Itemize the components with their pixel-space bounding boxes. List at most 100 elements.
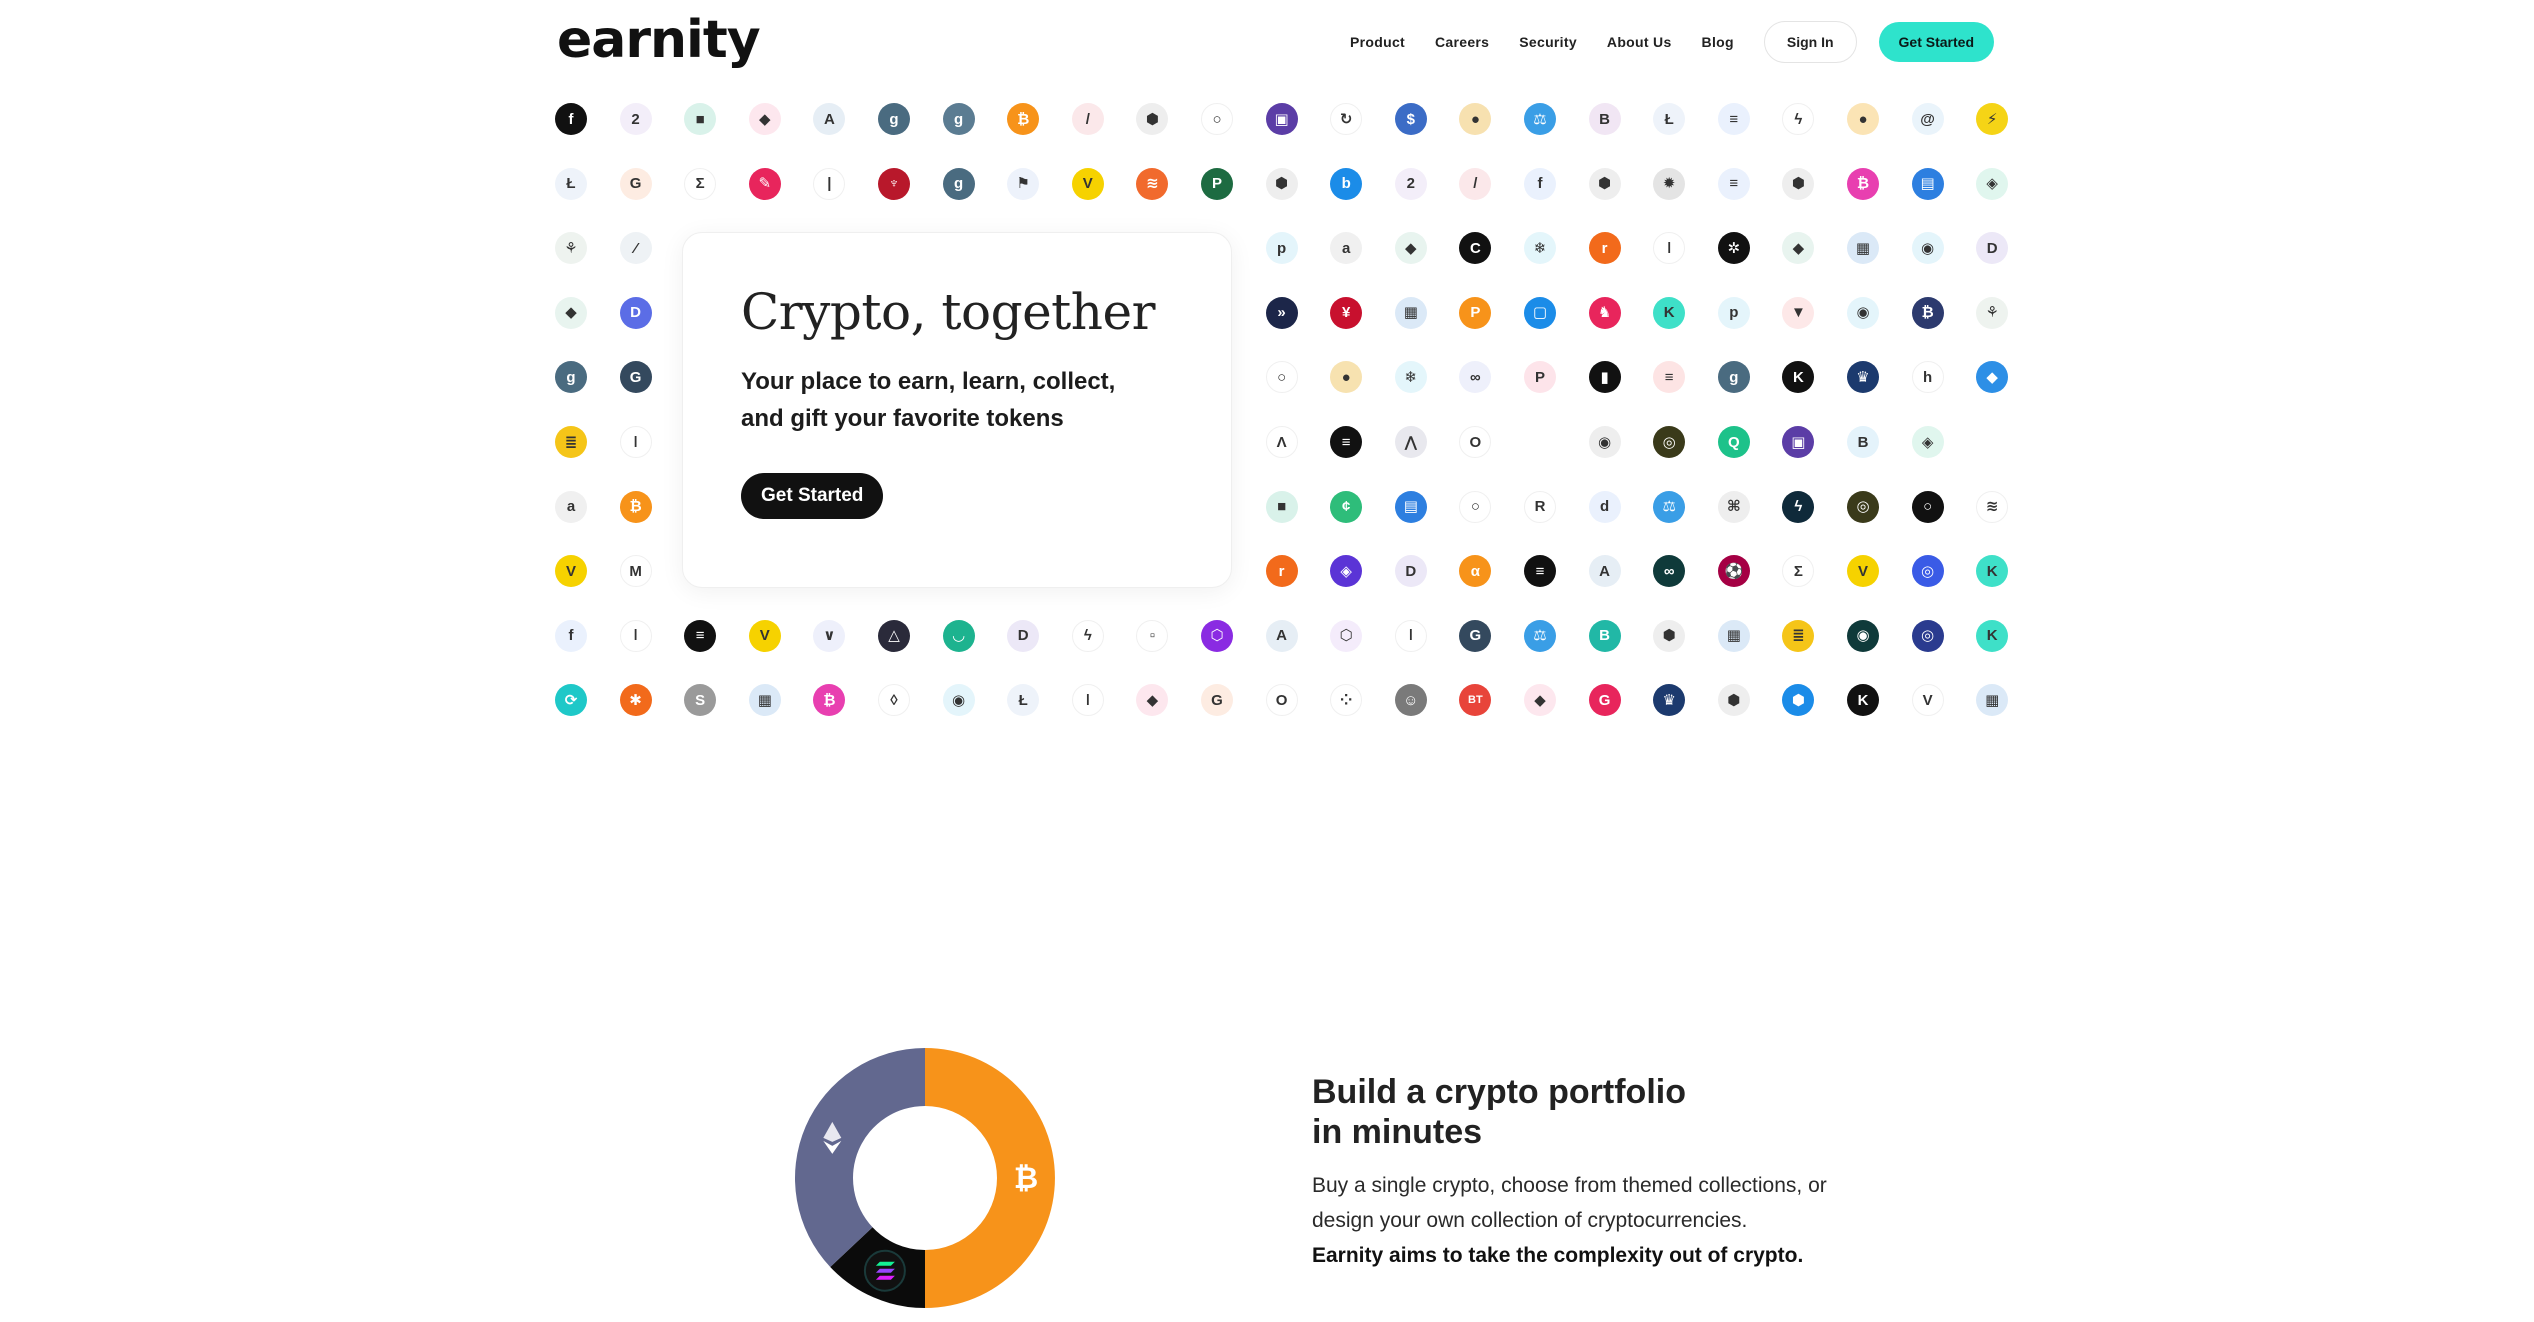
alpha-token-icon: α [1459, 555, 1492, 588]
h-token-icon: h [1911, 361, 1944, 394]
hex4-token-icon: ⬢ [1782, 167, 1815, 200]
tree2-token-icon: ⚘ [1976, 296, 2009, 329]
window2-token-icon: ▣ [1782, 426, 1815, 458]
b-ring-token-icon: b [1330, 167, 1363, 200]
portfolio-description: Buy a single crypto, choose from themed … [1312, 1168, 1872, 1273]
sun-token-icon: ● [1459, 103, 1492, 135]
line-token-icon: ǀ [1653, 232, 1686, 265]
gear-token-icon: ✹ [1653, 167, 1686, 200]
arch-token-icon: Λ [1265, 426, 1298, 458]
token-icon-wall: f 2 ■ ◆ Ag g ₿ / ⬢ ○ ▣ ↻ $ ● ⚖ B Ł ≡ ϟ ● @ ⚡ Ł G Σ ✎ | ♆ g ⚑ V ≋ P ⬢ b 2/f ⬢… [0, 0, 2534, 760]
refresh-token-icon: ↻ [1330, 103, 1363, 135]
square-token-icon: ■ [684, 103, 717, 135]
bitcoin-pink2-icon: ₿ [813, 684, 846, 717]
vechain-token-icon: V [1071, 167, 1104, 200]
box4-token-icon: ▦ [748, 684, 781, 717]
unicorn-token-icon: ♞ [1588, 296, 1621, 329]
bulb-token-icon: ◊ [878, 684, 910, 717]
square2-token-icon: ■ [1265, 490, 1298, 523]
pill3-token-icon: ≡ [1524, 555, 1556, 588]
bars-token-icon: ≡ [1653, 361, 1686, 394]
feather-token-icon: / [1071, 103, 1104, 135]
vechain3-token-icon: V [1847, 555, 1879, 588]
hero-subtitle: Your place to earn, learn, collect, and … [741, 368, 1116, 432]
flash-token-icon: ϟ [1782, 103, 1815, 135]
dydx-token-icon: D [619, 296, 652, 329]
crown-token-icon: ♛ [1847, 361, 1879, 394]
steem-token-icon: ≋ [1976, 490, 2009, 523]
window-token-icon: ▣ [1265, 103, 1298, 135]
square-blue-token-icon: ▢ [1524, 296, 1556, 329]
ring3-token-icon: ○ [1459, 490, 1492, 523]
solana-icon [863, 1249, 906, 1292]
yen-token-icon: ¥ [1330, 296, 1363, 329]
sigma2-token-icon: Σ [1782, 555, 1815, 588]
g-ring-token-icon: G [619, 361, 652, 394]
k-gold-token-icon: K [1847, 684, 1879, 717]
crown2-token-icon: ♛ [1653, 684, 1686, 717]
o-purple2-token-icon: O [1265, 684, 1298, 717]
hex6-token-icon: ⬢ [1717, 684, 1750, 717]
shield5-token-icon: A [1265, 619, 1298, 652]
brush-token-icon: ǀ [619, 619, 652, 652]
pill-token-icon: ▮ [1588, 361, 1621, 394]
barca-token-icon: ⚽ [1717, 555, 1750, 588]
p-pink-token-icon: P [1524, 361, 1556, 394]
eye-token-icon: ◉ [1588, 426, 1621, 458]
bee2-token-icon: ≣ [1782, 619, 1815, 652]
teal-swirl-token-icon: ⟳ [555, 684, 587, 717]
layers3-token-icon: ◆ [1524, 684, 1556, 717]
chevron-token-icon: » [1265, 296, 1298, 329]
tag-token-icon: ⌘ [1717, 490, 1750, 523]
b-blue-token-icon: B [1847, 426, 1879, 458]
gold-token-icon: ● [1330, 361, 1363, 394]
triangle-token-icon: △ [878, 619, 910, 652]
r-orange-token-icon: r [1588, 232, 1621, 265]
bee-token-icon: ≣ [555, 426, 587, 458]
vechain4-token-icon: V [748, 619, 781, 652]
hero-title: Crypto, together [741, 283, 1155, 341]
coin-gold-token-icon: ◎ [1653, 426, 1686, 458]
dots-token-icon: ⁘ [1330, 684, 1363, 717]
eth-swirl-token-icon: ◎ [1911, 555, 1944, 588]
sigma-token-icon: Σ [684, 167, 717, 200]
c-green-token-icon: ¢ [1330, 490, 1363, 523]
box3-token-icon: ▦ [1717, 619, 1750, 652]
svg-text:₿: ₿ [1014, 1161, 1038, 1196]
r-orange2-token-icon: r [1265, 555, 1298, 588]
line2-token-icon: ǀ [1394, 619, 1427, 652]
diamond2-token-icon: ◆ [1782, 232, 1815, 265]
swirl2-token-icon: ∞ [1459, 361, 1492, 394]
portfolio-title-line1: Build a crypto portfolio [1312, 1073, 1686, 1111]
galatasaray-token-icon: G [619, 167, 652, 200]
avatar-token-icon: ☺ [1394, 684, 1427, 717]
drop-token-icon: ◆ [1976, 361, 2009, 394]
stack-token-icon: ≡ [1717, 103, 1750, 135]
k-mint-token-icon: K [1653, 296, 1686, 329]
v-outline-token-icon: V [1911, 684, 1944, 717]
stack2-token-icon: ≡ [1717, 167, 1750, 200]
fx-token-icon: f [555, 103, 587, 135]
litecoin-outline-icon: Ł [555, 167, 587, 200]
dot-token-icon: ● [1847, 103, 1879, 135]
diamond3-token-icon: ◆ [555, 296, 587, 329]
g3-token-icon: g [942, 167, 975, 200]
hero-get-started-button[interactable]: Get Started [741, 473, 884, 519]
snow-token-icon: ❄ [1524, 232, 1556, 265]
coin-gold2-token-icon: ◎ [1847, 490, 1879, 523]
ring2-token-icon: ○ [1265, 361, 1298, 394]
v-ring-token-icon: ∨ [813, 619, 846, 652]
scale-token-icon: ⚖ [1524, 103, 1556, 135]
b-token-icon: B [1588, 103, 1621, 135]
mountain-token-icon: ⋀ [1394, 426, 1427, 458]
vechain2-token-icon: V [555, 555, 587, 588]
slash-token-icon: ⁄ [619, 232, 652, 265]
d2-token-icon: D [1394, 555, 1427, 588]
q-token-icon: Q [1717, 426, 1750, 458]
bitcoin-plus2-icon: ₿ [619, 490, 652, 523]
infinity-token-icon: ∞ [1653, 555, 1686, 588]
portfolio-title-line2: in minutes [1312, 1113, 1483, 1151]
d3-token-icon: D [1007, 619, 1040, 652]
ethereum-segment [795, 1048, 925, 1267]
galatasaray2-token-icon: G [1201, 684, 1233, 717]
